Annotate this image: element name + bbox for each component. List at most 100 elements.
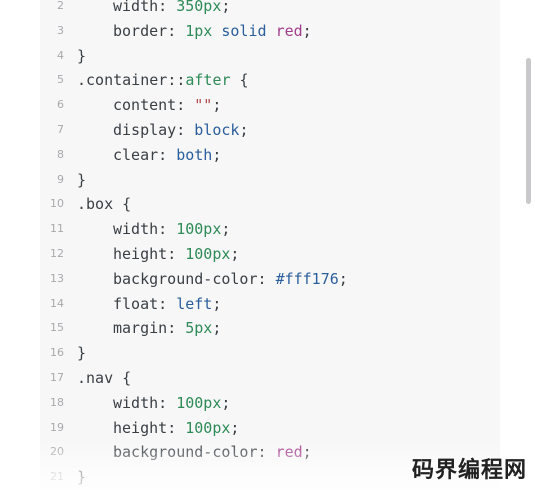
code-token: 100px bbox=[176, 393, 222, 412]
code-token: #fff176 bbox=[275, 269, 339, 288]
line-number: 12 bbox=[50, 247, 64, 260]
code-editor[interactable]: 2 width: 350px; 3 border: 1px solid red; 4} 5… bbox=[40, 0, 500, 490]
code-token: : bbox=[158, 393, 177, 412]
code-token: ; bbox=[212, 96, 222, 115]
code-token: } bbox=[77, 46, 87, 65]
line-number: 10 bbox=[50, 197, 64, 211]
code-text: .nav { bbox=[77, 366, 131, 391]
code-token: : bbox=[167, 319, 186, 338]
code-token: .container bbox=[77, 71, 168, 90]
code-text: height: 100px; bbox=[77, 416, 239, 441]
code-token: ; bbox=[221, 0, 231, 15]
code-token: } bbox=[77, 468, 87, 487]
code-token: : bbox=[158, 0, 177, 15]
code-token: : bbox=[167, 21, 186, 40]
code-token: solid bbox=[221, 21, 267, 40]
line-number: 2 bbox=[57, 0, 64, 12]
code-token: : bbox=[176, 121, 195, 139]
code-text: } bbox=[77, 465, 86, 490]
code-token: display bbox=[113, 121, 177, 139]
code-token: border bbox=[113, 21, 168, 40]
code-token: { bbox=[113, 195, 132, 214]
code-token: { bbox=[113, 369, 132, 387]
code-token: ; bbox=[221, 220, 231, 239]
line-number: 13 bbox=[50, 271, 64, 285]
code-token: height bbox=[113, 245, 168, 263]
code-token: margin bbox=[113, 319, 168, 338]
code-viewer-page: 2 width: 350px; 3 border: 1px solid red; 4} 5… bbox=[0, 0, 535, 490]
code-text: width: 100px; bbox=[77, 217, 230, 242]
code-text: } bbox=[77, 341, 86, 366]
line-number: 18 bbox=[50, 395, 64, 409]
line-number: 9 bbox=[57, 172, 64, 186]
line-number: 7 bbox=[57, 123, 64, 136]
code-line: 12 height: 100px; bbox=[40, 242, 500, 267]
code-line: 8 clear: both; bbox=[40, 143, 500, 168]
code-line: 3 border: 1px solid red; bbox=[40, 19, 500, 44]
code-line: 15 margin: 5px; bbox=[40, 316, 500, 341]
scrollbar-thumb[interactable] bbox=[526, 58, 531, 204]
code-token: { bbox=[230, 71, 249, 90]
code-token: 1px bbox=[185, 21, 213, 40]
code-token: height bbox=[113, 418, 168, 437]
code-token: width bbox=[113, 0, 159, 15]
code-text: .container::after { bbox=[77, 68, 249, 93]
code-token: both bbox=[176, 145, 213, 164]
code-line: 2 width: 350px; bbox=[40, 0, 500, 19]
code-token: .nav bbox=[77, 369, 114, 387]
code-token: ; bbox=[338, 269, 348, 288]
code-token: .box bbox=[77, 195, 114, 214]
code-token: 100px bbox=[185, 418, 231, 437]
line-number: 6 bbox=[57, 98, 64, 112]
line-number: 5 bbox=[57, 73, 64, 87]
code-line: 9} bbox=[40, 168, 500, 193]
code-token: ; bbox=[230, 418, 240, 437]
code-line: 13 background-color: #fff176; bbox=[40, 267, 500, 292]
line-number: 15 bbox=[50, 321, 64, 335]
code-token: 350px bbox=[176, 0, 222, 15]
line-number: 20 bbox=[50, 445, 64, 459]
code-token: after bbox=[185, 71, 231, 90]
code-token: background-color bbox=[113, 269, 258, 288]
code-token: red bbox=[275, 443, 303, 462]
code-text: height: 100px; bbox=[77, 242, 239, 267]
code-line: 18 width: 100px; bbox=[40, 391, 500, 416]
code-text: float: left; bbox=[77, 292, 221, 317]
line-number: 19 bbox=[50, 420, 64, 434]
code-token: ; bbox=[212, 294, 222, 313]
code-text: width: 100px; bbox=[77, 391, 230, 416]
code-token: content bbox=[113, 96, 177, 115]
code-token: left bbox=[176, 294, 213, 313]
code-text: } bbox=[77, 44, 86, 69]
code-token: 100px bbox=[176, 220, 222, 239]
code-token: } bbox=[77, 170, 87, 189]
code-text: display: block; bbox=[77, 118, 248, 143]
line-number: 3 bbox=[57, 23, 64, 37]
code-token: ; bbox=[239, 121, 249, 139]
watermark-logo-text: 码界编程网 bbox=[411, 458, 527, 483]
code-text: } bbox=[77, 168, 86, 193]
code-token: : bbox=[257, 269, 276, 288]
line-number: 14 bbox=[50, 296, 64, 310]
code-line: 17 .nav { bbox=[40, 366, 500, 391]
code-token: width bbox=[113, 220, 159, 239]
code-text: .box { bbox=[77, 192, 131, 217]
code-text: clear: both; bbox=[77, 143, 221, 168]
code-line: 5 .container::after { bbox=[40, 68, 500, 93]
code-token: float bbox=[113, 294, 159, 313]
code-token: red bbox=[275, 21, 303, 40]
line-number: 11 bbox=[50, 222, 64, 236]
code-token: : bbox=[158, 220, 177, 239]
code-token: ; bbox=[302, 443, 312, 462]
code-token: 5px bbox=[185, 319, 213, 338]
code-text: border: 1px solid red; bbox=[77, 19, 312, 44]
code-token: : bbox=[257, 443, 276, 462]
code-token: clear bbox=[113, 145, 159, 164]
line-number: 17 bbox=[50, 371, 64, 384]
code-line: 7 display: block; bbox=[40, 118, 500, 143]
code-token: ; bbox=[212, 145, 222, 164]
code-token: 100px bbox=[185, 245, 231, 263]
code-line: 6 content: ""; bbox=[40, 93, 500, 118]
code-text: background-color: red; bbox=[77, 440, 312, 465]
